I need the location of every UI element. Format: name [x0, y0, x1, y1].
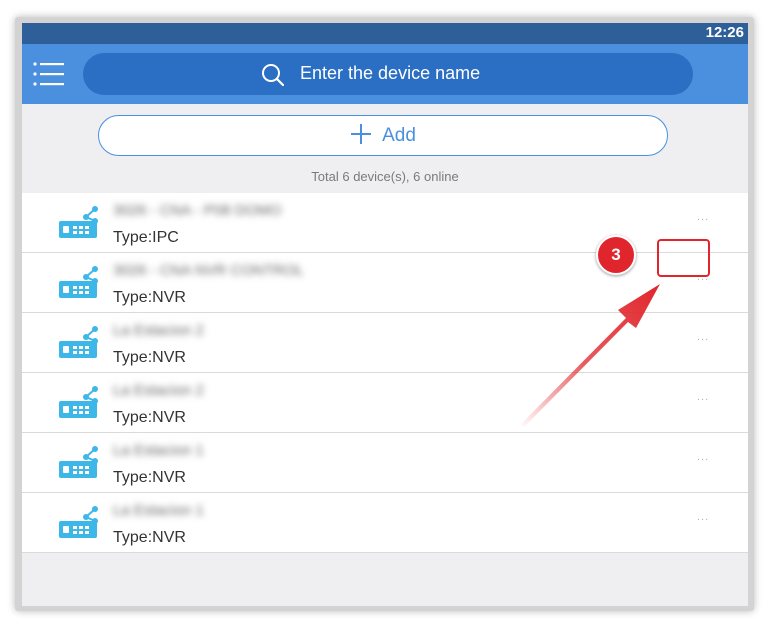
app-bar: Enter the device name [22, 44, 748, 104]
recorder-device-icon [58, 204, 100, 240]
device-name: La Estacion 2 [113, 382, 204, 399]
add-device-button[interactable]: Add [98, 115, 668, 156]
status-time: 12:26 [705, 24, 744, 41]
pointer-arrow-icon [520, 284, 660, 428]
plus-icon [350, 123, 372, 149]
device-row[interactable]: La Estacion 1 Type:NVR ... [22, 433, 748, 493]
device-type: Type:NVR [113, 409, 186, 426]
more-options-icon[interactable]: ... [697, 211, 709, 223]
more-options-icon[interactable]: ... [697, 511, 709, 523]
device-name: La Estacion 1 [113, 442, 204, 459]
device-name: La Estacion 2 [113, 322, 204, 339]
device-type: Type:IPC [113, 229, 179, 246]
device-summary: Total 6 device(s), 6 online [311, 169, 459, 184]
search-icon [260, 62, 286, 88]
more-options-icon[interactable]: ... [697, 391, 709, 403]
search-placeholder: Enter the device name [300, 63, 481, 83]
recorder-device-icon [58, 384, 100, 420]
more-options-icon[interactable]: ... [697, 331, 709, 343]
device-type: Type:NVR [113, 289, 186, 306]
search-input[interactable]: Enter the device name [83, 53, 693, 95]
device-type: Type:NVR [113, 469, 186, 486]
recorder-device-icon [58, 324, 100, 360]
device-type: Type:NVR [113, 349, 186, 366]
device-name: 3026 - CNA NVR CONTROL [113, 262, 304, 279]
add-button-label: Add [382, 124, 416, 146]
recorder-device-icon [58, 444, 100, 480]
device-row[interactable]: La Estacion 1 Type:NVR ... [22, 493, 748, 553]
device-name: La Estacion 1 [113, 502, 204, 519]
more-options-icon[interactable]: ... [697, 451, 709, 463]
hamburger-menu-icon[interactable] [32, 58, 66, 90]
recorder-device-icon [58, 264, 100, 300]
status-bar: 12:26 [22, 23, 748, 44]
step-number-badge: 3 [596, 235, 636, 275]
device-row[interactable]: 3026 - CNA - P08 DOMO Type:IPC ... [22, 193, 748, 253]
device-type: Type:NVR [113, 529, 186, 546]
recorder-device-icon [58, 504, 100, 540]
device-name: 3026 - CNA - P08 DOMO [113, 202, 282, 219]
